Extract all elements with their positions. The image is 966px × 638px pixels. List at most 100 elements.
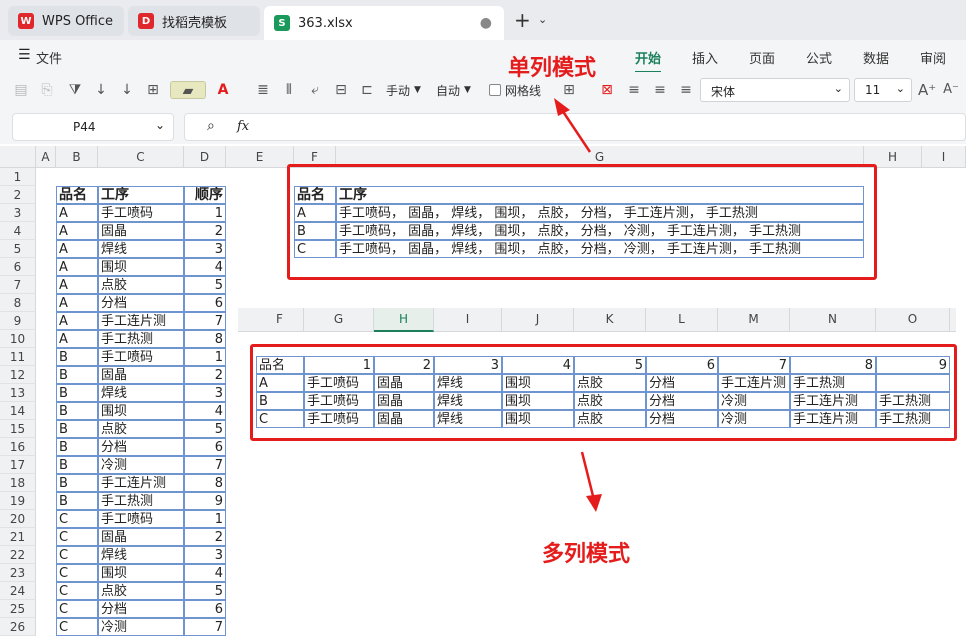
tab-template[interactable]: D 找稻壳模板 [128,6,260,36]
align-icon[interactable]: ≣ [254,81,272,99]
table-cell[interactable]: 8 [184,474,226,492]
table-cell[interactable]: C [56,564,98,582]
table-cell[interactable]: 5 [184,420,226,438]
row-header[interactable]: 26 [0,618,36,636]
row-header[interactable]: 25 [0,600,36,618]
table-cell[interactable]: 手工连片测 [98,312,184,330]
select-all-corner[interactable] [0,146,36,168]
new-tab-icon[interactable]: + [514,8,531,32]
table-cell[interactable]: 7 [184,312,226,330]
table-cell[interactable]: 围坝 [98,564,184,582]
decrease-font-icon[interactable]: A⁻ [942,81,960,99]
table-cell[interactable]: 固晶 [98,528,184,546]
copy-icon[interactable]: ⎘ [38,81,56,99]
menu-file[interactable]: 文件 [36,48,62,67]
table-cell[interactable]: 2 [184,222,226,240]
row-header[interactable]: 21 [0,528,36,546]
filter-icon[interactable]: ⧩ [66,81,84,99]
fill-color-icon[interactable]: ▰ [170,81,206,99]
table-cell[interactable]: 手工喷码 [98,204,184,222]
table-cell[interactable]: 固晶 [98,222,184,240]
zoom-icon[interactable]: ⌕ [207,118,215,134]
row-header[interactable]: 24 [0,582,36,600]
table-cell[interactable]: 1 [184,204,226,222]
chevron-down-icon[interactable]: ⌄ [538,13,547,26]
border-icon[interactable]: ⊞ [144,81,162,99]
row-header[interactable]: 15 [0,420,36,438]
tab-dot-icon[interactable]: ● [480,15,492,31]
table-header-cell[interactable]: 顺序 [184,186,226,204]
row-header[interactable]: 19 [0,492,36,510]
row-header[interactable]: 20 [0,510,36,528]
table-cell[interactable]: B [56,420,98,438]
column-header[interactable]: F [256,308,304,332]
table-cell[interactable]: A [56,222,98,240]
menu-data[interactable]: 数据 [863,48,889,67]
table-cell[interactable]: 7 [184,618,226,636]
clear-icon[interactable]: ⊠ [598,81,616,99]
table-cell[interactable]: 分档 [98,438,184,456]
column-width-icon[interactable]: ⫴ [280,81,298,99]
table-cell[interactable]: 9 [184,492,226,510]
row-header[interactable]: 17 [0,456,36,474]
sort-asc-icon[interactable]: ↓ [92,81,110,99]
menu-start[interactable]: 开始 [635,48,662,73]
table-cell[interactable]: A [56,240,98,258]
row-header[interactable]: 12 [0,366,36,384]
table-cell[interactable]: 手工热测 [98,330,184,348]
column-header[interactable]: O [876,308,950,332]
table-cell[interactable]: 2 [184,366,226,384]
row-header[interactable]: 5 [0,240,36,258]
table-cell[interactable]: 5 [184,582,226,600]
table-cell[interactable]: 3 [184,240,226,258]
column-header[interactable]: A [36,146,56,168]
column-header[interactable]: L [646,308,718,332]
align-center-icon[interactable]: ≡ [651,81,669,99]
hamburger-icon[interactable]: ☰ [18,47,31,63]
table-cell[interactable]: 点胶 [98,276,184,294]
table-cell[interactable]: 3 [184,384,226,402]
table-cell[interactable]: C [56,618,98,636]
table-cell[interactable]: 手工热测 [98,492,184,510]
table-cell[interactable]: 6 [184,600,226,618]
table-cell[interactable]: 焊线 [98,546,184,564]
merge-icon[interactable]: ⊟ [332,81,350,99]
table-cell[interactable]: 6 [184,294,226,312]
font-size-select[interactable]: 11 ⌄ [854,78,912,102]
menu-page[interactable]: 页面 [749,48,775,67]
column-header[interactable]: I [434,308,502,332]
column-header[interactable]: D [184,146,226,168]
table-cell[interactable]: B [56,402,98,420]
table-cell[interactable]: 4 [184,258,226,276]
row-header[interactable]: 3 [0,204,36,222]
table-cell[interactable]: B [56,474,98,492]
table-cell[interactable]: A [56,294,98,312]
column-header[interactable]: H [374,308,434,332]
table-cell[interactable]: B [56,456,98,474]
table-cell[interactable]: 分档 [98,600,184,618]
font-select[interactable]: 宋体 ⌄ [700,78,850,102]
table-cell[interactable]: A [56,330,98,348]
table-header-cell[interactable]: 品名 [56,186,98,204]
column-header[interactable]: E [226,146,294,168]
table-cell[interactable]: 2 [184,528,226,546]
table-cell[interactable]: A [56,204,98,222]
table-cell[interactable]: C [56,546,98,564]
table-cell[interactable]: B [56,366,98,384]
row-header[interactable]: 11 [0,348,36,366]
column-header[interactable]: J [502,308,574,332]
column-header[interactable]: I [922,146,966,168]
font-color-icon[interactable]: A [214,81,232,99]
auto-dropdown[interactable]: 自动 [436,82,460,99]
table-cell[interactable]: 手工喷码 [98,348,184,366]
table-header-cell[interactable]: 工序 [98,186,184,204]
row-header[interactable]: 7 [0,276,36,294]
table-cell[interactable]: 焊线 [98,384,184,402]
table-cell[interactable]: 5 [184,276,226,294]
table-cell[interactable]: 8 [184,330,226,348]
column-header[interactable]: C [98,146,184,168]
row-header[interactable]: 1 [0,168,36,186]
table-cell[interactable]: 冷测 [98,456,184,474]
table-cell[interactable]: B [56,492,98,510]
table-cell[interactable]: 分档 [98,294,184,312]
